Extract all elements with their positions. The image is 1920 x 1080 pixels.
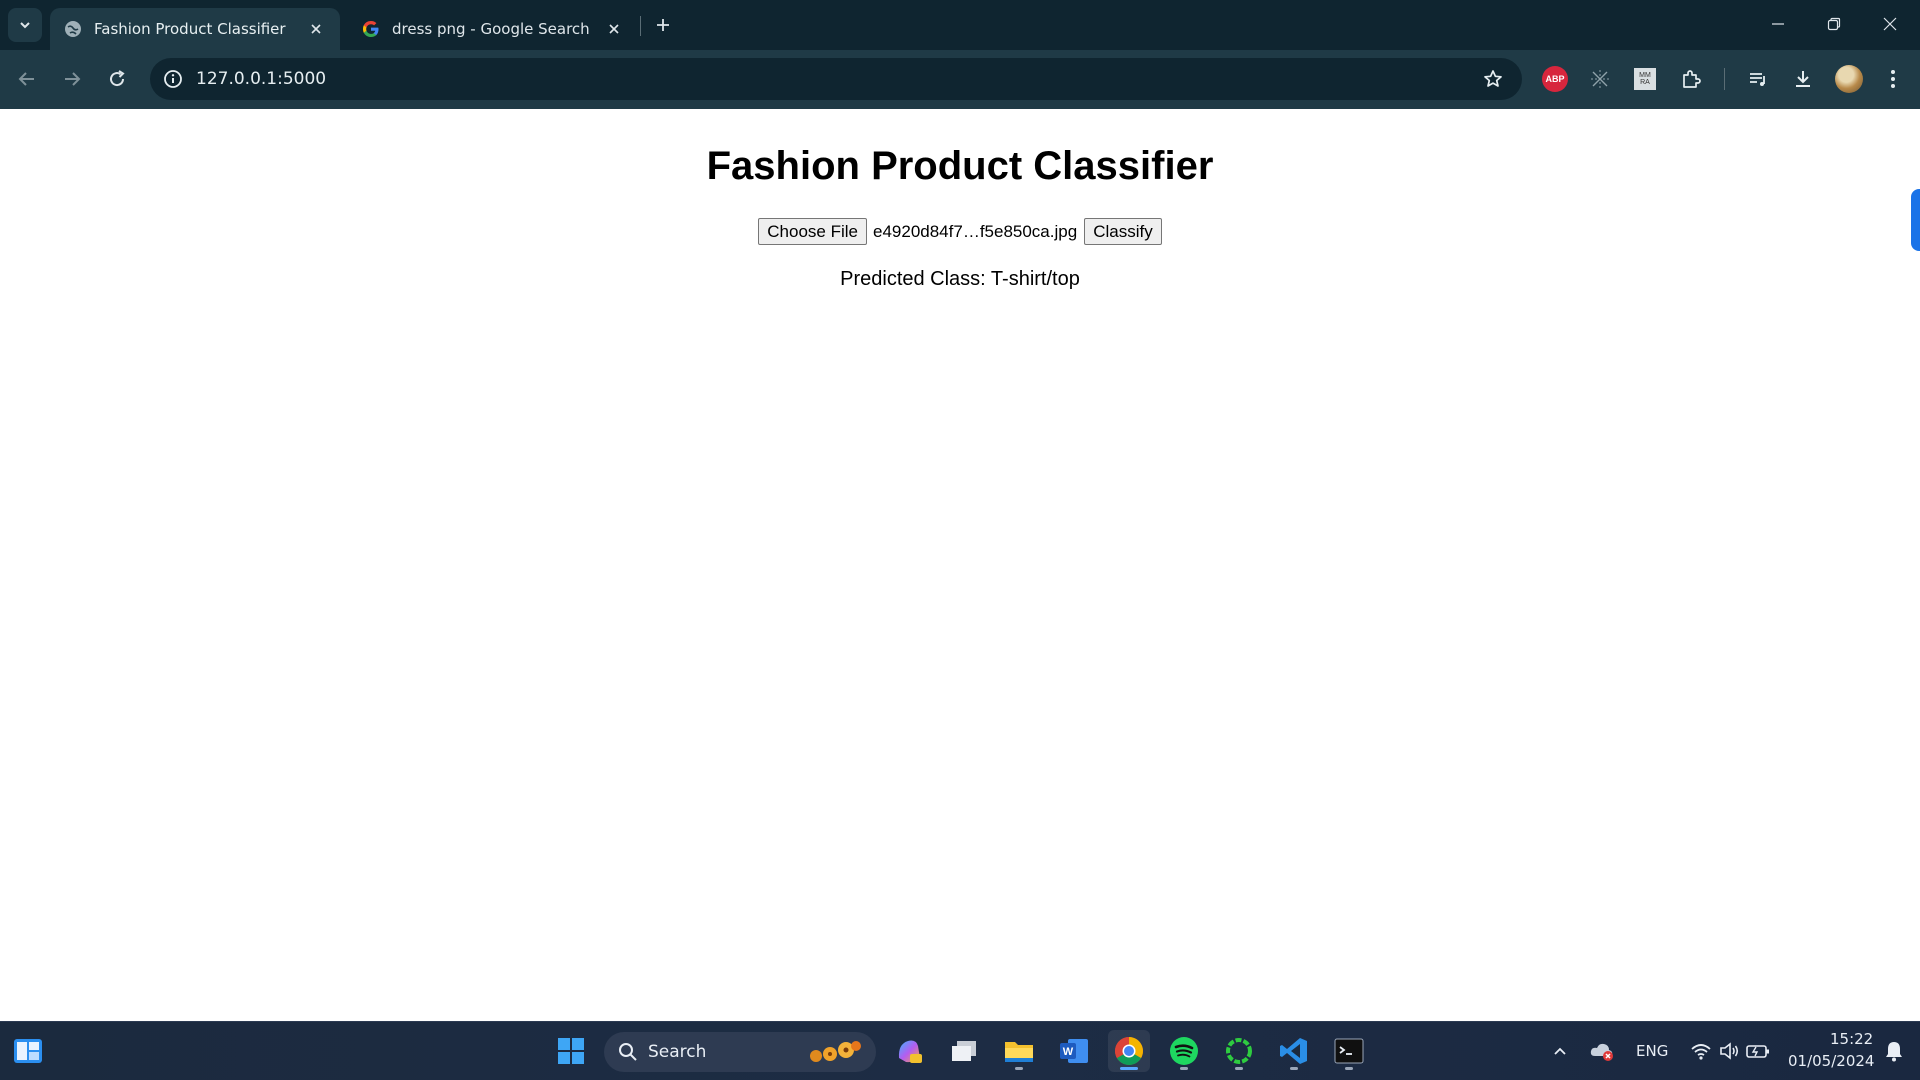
word-icon[interactable]: W bbox=[1053, 1030, 1095, 1072]
vscode-icon[interactable] bbox=[1273, 1030, 1315, 1072]
chevron-down-icon bbox=[20, 22, 30, 29]
prediction-result: Predicted Class: T-shirt/top bbox=[840, 268, 1080, 290]
url-text: 127.0.0.1:5000 bbox=[196, 69, 327, 89]
search-highlight-icon bbox=[810, 1041, 861, 1062]
terminal-icon[interactable] bbox=[1328, 1030, 1370, 1072]
running-indicator bbox=[1290, 1067, 1298, 1070]
active-indicator bbox=[1120, 1067, 1138, 1070]
restore-icon bbox=[1827, 17, 1841, 31]
page-content: Fashion Product Classifier Choose File e… bbox=[0, 109, 1920, 1021]
reload-button[interactable] bbox=[100, 62, 134, 96]
upload-form: Choose File e4920d84f7…f5e850ca.jpg Clas… bbox=[0, 218, 1920, 245]
running-indicator bbox=[1180, 1067, 1188, 1070]
tab-dress-search[interactable]: dress png - Google Search bbox=[348, 8, 638, 50]
back-button[interactable] bbox=[10, 62, 44, 96]
clock-date[interactable]: 01/05/2024 bbox=[1788, 1052, 1874, 1070]
tab-search-button[interactable] bbox=[8, 8, 42, 42]
file-explorer-icon[interactable] bbox=[998, 1030, 1040, 1072]
running-indicator bbox=[1235, 1067, 1243, 1070]
tab-divider bbox=[640, 16, 641, 36]
notification-bell-icon[interactable] bbox=[1876, 1030, 1912, 1072]
globe-icon bbox=[64, 20, 82, 38]
spotify-icon[interactable] bbox=[1163, 1030, 1205, 1072]
running-indicator bbox=[1345, 1067, 1353, 1070]
media-queue-icon[interactable] bbox=[1745, 66, 1771, 92]
tab-fashion-classifier[interactable]: Fashion Product Classifier bbox=[50, 8, 340, 50]
tab-title: dress png - Google Search bbox=[392, 20, 590, 38]
address-bar[interactable]: 127.0.0.1:5000 bbox=[150, 58, 1522, 100]
language-indicator[interactable]: ENG bbox=[1636, 1042, 1668, 1060]
tab-title: Fashion Product Classifier bbox=[94, 20, 286, 38]
arrow-right-icon bbox=[65, 72, 81, 86]
quick-settings[interactable] bbox=[1678, 1030, 1782, 1072]
browser-toolbar: 127.0.0.1:5000 ABP MM RA bbox=[0, 50, 1920, 109]
classify-button[interactable]: Classify bbox=[1084, 218, 1162, 245]
minimize-icon bbox=[1772, 23, 1784, 25]
toolbar-divider bbox=[1724, 68, 1725, 90]
mmra-label: MM RA bbox=[1634, 68, 1656, 90]
plus-icon bbox=[657, 19, 669, 31]
adblock-extension-icon[interactable]: ABP bbox=[1542, 66, 1568, 92]
svg-text:W: W bbox=[1063, 1046, 1074, 1058]
search-label: Search bbox=[648, 1042, 707, 1062]
close-window-button[interactable] bbox=[1862, 0, 1918, 48]
wifi-icon bbox=[1691, 1044, 1711, 1060]
forward-button[interactable] bbox=[55, 62, 89, 96]
download-icon[interactable] bbox=[1790, 66, 1816, 92]
taskbar-search[interactable]: Search bbox=[604, 1032, 876, 1072]
battery-icon bbox=[1746, 1045, 1769, 1058]
start-icon[interactable] bbox=[550, 1030, 592, 1072]
tab-strip: Fashion Product Classifier dress png - G… bbox=[0, 0, 1920, 50]
menu-kebab-icon[interactable] bbox=[1880, 66, 1906, 92]
search-icon bbox=[619, 1043, 637, 1061]
close-icon[interactable] bbox=[306, 19, 326, 39]
taskbar: Search W ENG 15:22 01/05/2024 bbox=[0, 1021, 1920, 1080]
arrow-left-icon bbox=[18, 72, 34, 86]
clock-time[interactable]: 15:22 bbox=[1830, 1030, 1873, 1048]
copilot-icon[interactable] bbox=[888, 1030, 930, 1072]
task-view-icon[interactable] bbox=[943, 1030, 985, 1072]
close-icon bbox=[1883, 17, 1897, 31]
mmra-extension-icon[interactable]: MM RA bbox=[1632, 66, 1658, 92]
selected-file-name: e4920d84f7…f5e850ca.jpg bbox=[873, 221, 1078, 241]
profile-avatar[interactable] bbox=[1835, 65, 1863, 93]
running-indicator bbox=[1015, 1067, 1023, 1070]
close-icon[interactable] bbox=[604, 19, 624, 39]
new-tab-button[interactable] bbox=[650, 12, 676, 38]
star-icon[interactable] bbox=[1482, 68, 1504, 90]
volume-icon bbox=[1720, 1042, 1739, 1060]
minimize-button[interactable] bbox=[1750, 0, 1806, 48]
choose-file-button[interactable]: Choose File bbox=[758, 218, 867, 245]
sparkle-extension-icon[interactable] bbox=[1587, 66, 1613, 92]
chrome-icon[interactable] bbox=[1108, 1030, 1150, 1072]
puzzle-icon[interactable] bbox=[1678, 66, 1704, 92]
reload-icon bbox=[110, 70, 125, 87]
chevron-up-icon[interactable] bbox=[1540, 1030, 1580, 1072]
restore-button[interactable] bbox=[1806, 0, 1862, 48]
page-title: Fashion Product Classifier bbox=[706, 144, 1214, 188]
google-icon bbox=[362, 20, 380, 38]
side-panel-tab[interactable] bbox=[1911, 189, 1920, 251]
loading-app-icon[interactable] bbox=[1218, 1030, 1260, 1072]
site-info-icon[interactable] bbox=[162, 68, 184, 90]
widgets-icon[interactable] bbox=[7, 1030, 49, 1072]
cloud-error-icon[interactable] bbox=[1582, 1030, 1622, 1072]
